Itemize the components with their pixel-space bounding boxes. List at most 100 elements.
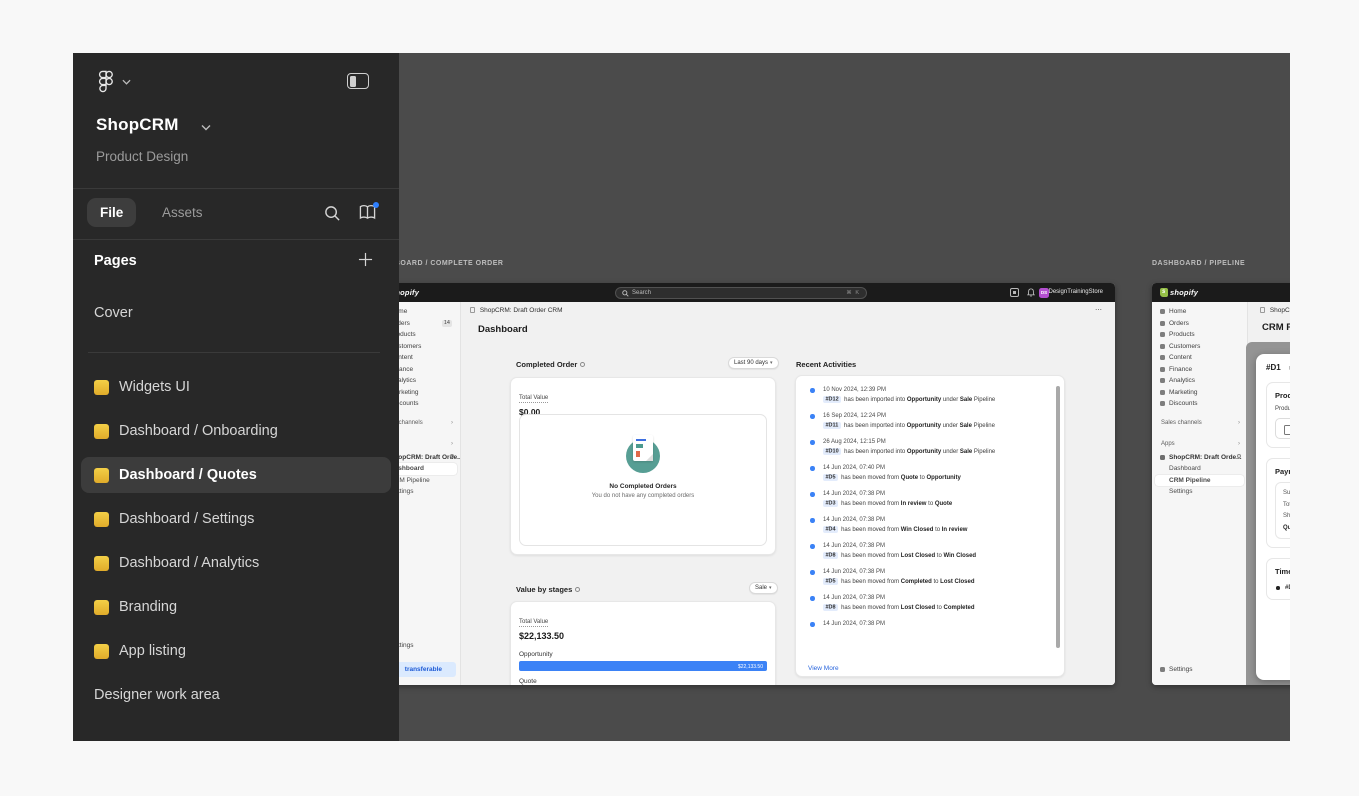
timeline-dot (1276, 586, 1280, 590)
activity-dot (810, 596, 815, 601)
search-icon[interactable] (324, 205, 341, 222)
nav-sub-settings[interactable]: Settings (1152, 486, 1247, 498)
nav-sub-crm-pipeline[interactable]: CRM Pipeline (1155, 475, 1244, 487)
frame-dashboard-pipeline[interactable]: s shopify HomeOrdersProductsCustomersCon… (1152, 283, 1290, 685)
page-item-dashboard-settings[interactable]: Dashboard / Settings (73, 497, 399, 541)
page-thumbnail-icon (94, 512, 109, 527)
figma-logo-icon[interactable] (98, 70, 114, 93)
toggle-panel-icon[interactable] (347, 73, 369, 89)
info-icon (575, 587, 580, 592)
timeline-card: Timeline #D1 (1266, 558, 1290, 600)
breadcrumb-actions[interactable]: ⋯ (1095, 306, 1103, 314)
message-bold: Win Closed (901, 527, 934, 533)
page-item-inner: Cover (81, 292, 391, 334)
recent-activities-heading: Recent Activities (796, 360, 856, 369)
date-range-filter[interactable]: Last 90 days▾ (728, 357, 779, 369)
tab-assets[interactable]: Assets (149, 198, 216, 227)
search-input[interactable]: Search ⌘ K (615, 287, 867, 299)
add-page-icon[interactable] (358, 252, 373, 267)
message-bold: Sale (960, 423, 972, 429)
deal-id: #D1 Updated (1266, 363, 1290, 372)
nav-icon-marketing (1160, 390, 1165, 395)
activity-message: #D3has been moved from In review to Quot… (823, 501, 1050, 507)
message-text: Pipeline (972, 449, 995, 455)
activity-message: #D11has been imported into Opportunity u… (823, 423, 1050, 429)
activity-message: #D4has been moved from Win Closed to In … (823, 527, 1050, 533)
notifications-icon[interactable] (1027, 288, 1035, 297)
activity-time: 14 Jun 2024, 07:38 PM (823, 517, 1050, 523)
page-item-app-listing[interactable]: App listing (73, 629, 399, 673)
activity-row: 26 Aug 2024, 12:15 PM#D10has been import… (809, 439, 1050, 455)
main-menu-chevron-icon[interactable] (122, 79, 131, 85)
pipeline-filter[interactable]: Sale▾ (749, 582, 778, 594)
message-bold: Opportunity (907, 423, 941, 429)
nav-sub-dashboard[interactable]: Dashboard (1152, 463, 1247, 475)
nav-item-settings-bottom[interactable]: Settings (1152, 664, 1247, 676)
nav-item-finance[interactable]: Finance (1152, 364, 1247, 376)
order-badge: #D8 (823, 552, 838, 559)
page-thumbnail-icon (94, 424, 109, 439)
page-item-branding[interactable]: Branding (73, 585, 399, 629)
order-badge: #D5 (823, 578, 838, 585)
nav-item-discounts[interactable]: Discounts (1152, 398, 1247, 410)
shopify-topbar: s shopify Search ⌘ K DS (373, 283, 1115, 302)
payment-row-total-tax: Total Tax (1283, 502, 1290, 508)
nav-item-content[interactable]: Content (1152, 352, 1247, 364)
pin-icon (450, 454, 454, 458)
scrollbar[interactable] (1056, 386, 1060, 648)
library-icon[interactable] (358, 204, 377, 226)
apps-icon[interactable] (1010, 288, 1019, 297)
nav-item-marketing[interactable]: Marketing (1152, 387, 1247, 399)
order-badge: #D3 (823, 500, 838, 507)
nav-group-sales-channels[interactable]: Sales channels› (1152, 418, 1247, 430)
nav-item-analytics[interactable]: Analytics (1152, 375, 1247, 387)
nav-item-orders[interactable]: Orders (1152, 318, 1247, 330)
app-bag-icon (1160, 455, 1165, 460)
page-thumbnail-icon (94, 644, 109, 659)
app-breadcrumb: ShopCRM: Draft Order CRM (1260, 307, 1290, 314)
tab-file[interactable]: File (87, 198, 136, 227)
page-thumbnail-icon (94, 556, 109, 571)
order-badge: #D12 (823, 396, 841, 403)
page-item-widgets-ui[interactable]: Widgets UI (73, 365, 399, 409)
page-item-dashboard-quotes[interactable]: Dashboard / Quotes (73, 453, 399, 497)
payment-row-subtotal: Subtotal (1283, 490, 1290, 496)
page-item-designer-work-area[interactable]: Designer work area (73, 673, 399, 717)
page-item-inner: Dashboard / Quotes (81, 457, 391, 493)
file-name[interactable]: ShopCRM (96, 115, 179, 135)
activity-time: 10 Nov 2024, 12:39 PM (823, 387, 1050, 393)
add-image-button[interactable] (1275, 418, 1290, 439)
payment-card: Payment SubtotalTotal TaxShippingQuote (1266, 458, 1290, 548)
timeline-entry: #D1 (1275, 585, 1290, 591)
nav-item-products[interactable]: Products (1152, 329, 1247, 341)
pin-icon (1237, 454, 1241, 458)
file-menu-chevron-icon[interactable] (201, 124, 211, 131)
page-item-cover[interactable]: Cover (73, 288, 399, 338)
nav-app-shopcrm[interactable]: ShopCRM: Draft Orde... (1152, 452, 1247, 464)
frame-label-pipeline[interactable]: DASHBOARD / PIPELINE (1152, 260, 1245, 267)
message-text: has been moved from (841, 475, 901, 481)
store-name[interactable]: DesignTrainingStore (1049, 289, 1103, 295)
nav-item-customers[interactable]: Customers (1152, 341, 1247, 353)
nav-item-home[interactable]: Home (1152, 306, 1247, 318)
activity-row: 14 Jun 2024, 07:38 PM#D8has been moved f… (809, 595, 1050, 611)
page-item-label: Dashboard / Quotes (119, 467, 257, 483)
page-item-dashboard-onboarding[interactable]: Dashboard / Onboarding (73, 409, 399, 453)
activity-message: #D12has been imported into Opportunity u… (823, 397, 1050, 403)
project-name[interactable]: Product Design (96, 149, 188, 164)
view-more-link[interactable]: View More (808, 665, 839, 672)
message-text: has been moved from (841, 553, 901, 559)
shopify-topbar: s shopify (1152, 283, 1290, 302)
page-item-inner: Dashboard / Settings (81, 501, 391, 537)
activity-row: 14 Jun 2024, 07:38 PM #D4has been moved f… (809, 517, 1050, 533)
store-avatar[interactable]: DS (1039, 288, 1049, 298)
message-text: has been imported into (844, 397, 907, 403)
page-item-dashboard-analytics[interactable]: Dashboard / Analytics (73, 541, 399, 585)
nav-icon-content (1160, 355, 1165, 360)
activity-row: 14 Jun 2024, 07:38 PM#D3has been moved f… (809, 491, 1050, 507)
activity-dot (810, 388, 815, 393)
frame-dashboard-complete-order[interactable]: s shopify Search ⌘ K DS (373, 283, 1115, 685)
activity-dot (810, 570, 815, 575)
nav-group-apps[interactable]: Apps› (1152, 439, 1247, 451)
message-text: has been imported into (844, 449, 907, 455)
